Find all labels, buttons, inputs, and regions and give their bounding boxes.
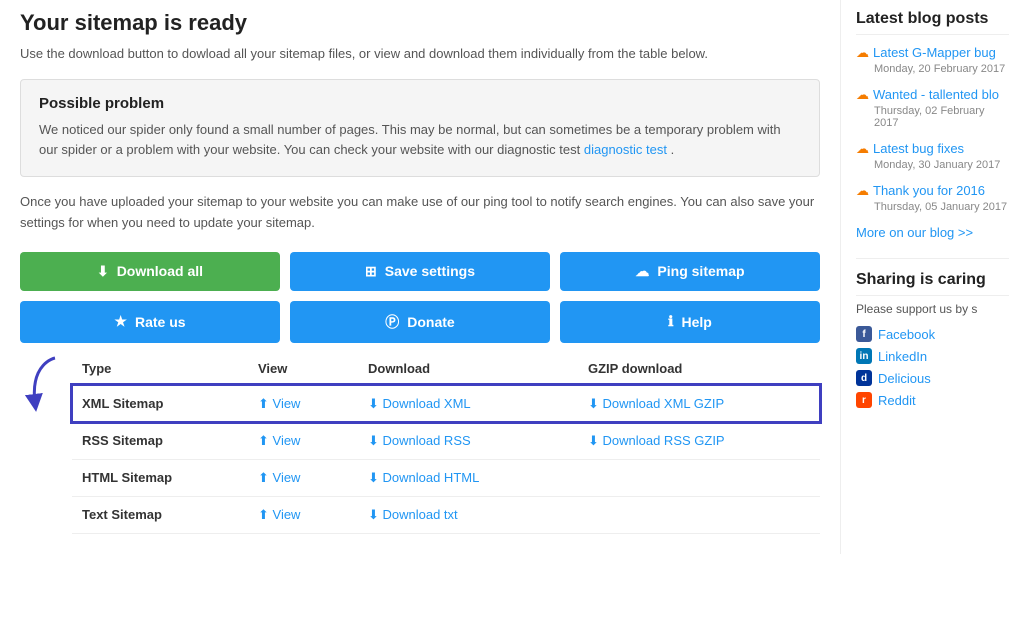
warning-box: Possible problem We noticed our spider o… [20, 79, 820, 178]
download-all-button[interactable]: ⬇ Download all [20, 252, 280, 291]
cell-gzip [578, 459, 820, 496]
blog-item: ☁ Latest bug fixes Monday, 30 January 20… [856, 141, 1009, 171]
gzip-link[interactable]: ⬇ Download XML GZIP [588, 396, 724, 411]
cell-type: RSS Sitemap [72, 422, 248, 459]
cell-type: HTML Sitemap [72, 459, 248, 496]
del-icon: d [856, 370, 872, 386]
social-link-delicious[interactable]: d Delicious [856, 370, 1009, 386]
blog-link[interactable]: ☁ Latest bug fixes [856, 141, 1009, 157]
blog-date: Thursday, 02 February 2017 [874, 105, 1009, 129]
view-link[interactable]: ⬆ View [258, 507, 300, 522]
info-icon: ℹ [668, 313, 673, 330]
download-all-label: Download all [117, 263, 203, 279]
blog-link[interactable]: ☁ Latest G-Mapper bug [856, 45, 1009, 61]
donate-icon: Ⓟ [385, 312, 399, 332]
ping-sitemap-label: Ping sitemap [657, 263, 744, 279]
warning-heading: Possible problem [39, 95, 801, 112]
sitemap-table: Type View Download GZIP download XML Sit… [72, 353, 820, 534]
help-label: Help [681, 314, 711, 330]
cell-view[interactable]: ⬆ View [248, 422, 358, 459]
gzip-link[interactable]: ⬇ Download RSS GZIP [588, 433, 725, 448]
cell-download[interactable]: ⬇ Download txt [358, 496, 578, 533]
donate-button[interactable]: Ⓟ Donate [290, 301, 550, 343]
sidebar: Latest blog posts ☁ Latest G-Mapper bug … [840, 0, 1024, 554]
col-header-gzip: GZIP download [578, 353, 820, 385]
cell-view[interactable]: ⬆ View [248, 385, 358, 423]
cell-gzip [578, 496, 820, 533]
col-header-type: Type [72, 353, 248, 385]
warning-text: We noticed our spider only found a small… [39, 120, 801, 162]
fb-icon: f [856, 326, 872, 342]
col-header-download: Download [358, 353, 578, 385]
blog-link[interactable]: ☁ Wanted - tallented blo [856, 87, 1009, 103]
ping-icon: ☁ [635, 263, 649, 280]
social-link-linkedin[interactable]: in LinkedIn [856, 348, 1009, 364]
ping-sitemap-button[interactable]: ☁ Ping sitemap [560, 252, 820, 291]
social-link-facebook[interactable]: f Facebook [856, 326, 1009, 342]
table-row: Text Sitemap ⬆ View ⬇ Download txt [72, 496, 820, 533]
sharing-section: Sharing is caring Please support us by s… [856, 258, 1009, 408]
cell-view[interactable]: ⬆ View [248, 496, 358, 533]
download-link[interactable]: ⬇ Download txt [368, 507, 458, 522]
social-label: Reddit [878, 393, 916, 408]
blog-item: ☁ Wanted - tallented blo Thursday, 02 Fe… [856, 87, 1009, 129]
diagnostic-link[interactable]: diagnostic test [584, 142, 667, 157]
li-icon: in [856, 348, 872, 364]
rss-icon: ☁ [856, 141, 869, 157]
cell-gzip[interactable]: ⬇ Download XML GZIP [578, 385, 820, 423]
download-icon: ⬇ [97, 263, 109, 280]
rss-icon: ☁ [856, 45, 869, 61]
cell-download[interactable]: ⬇ Download HTML [358, 459, 578, 496]
more-blog-link[interactable]: More on our blog >> [856, 225, 1009, 240]
blog-item: ☁ Latest G-Mapper bug Monday, 20 Februar… [856, 45, 1009, 75]
cell-gzip[interactable]: ⬇ Download RSS GZIP [578, 422, 820, 459]
save-icon: ⊞ [365, 263, 377, 280]
cell-download[interactable]: ⬇ Download XML [358, 385, 578, 423]
help-button[interactable]: ℹ Help [560, 301, 820, 343]
sharing-desc: Please support us by s [856, 302, 1009, 316]
page-title: Your sitemap is ready [20, 10, 820, 36]
button-row-2: ★ Rate us Ⓟ Donate ℹ Help [20, 301, 820, 343]
social-label: LinkedIn [878, 349, 927, 364]
button-row-1: ⬇ Download all ⊞ Save settings ☁ Ping si… [20, 252, 820, 291]
blog-link[interactable]: ☁ Thank you for 2016 [856, 183, 1009, 199]
arrow-icon [20, 353, 70, 413]
cell-download[interactable]: ⬇ Download RSS [358, 422, 578, 459]
save-settings-label: Save settings [385, 263, 475, 279]
rate-us-label: Rate us [135, 314, 186, 330]
social-label: Delicious [878, 371, 931, 386]
blog-date: Thursday, 05 January 2017 [874, 201, 1009, 213]
donate-label: Donate [407, 314, 454, 330]
sharing-title: Sharing is caring [856, 271, 1009, 296]
social-link-reddit[interactable]: r Reddit [856, 392, 1009, 408]
blog-item: ☁ Thank you for 2016 Thursday, 05 Januar… [856, 183, 1009, 213]
social-label: Facebook [878, 327, 935, 342]
cell-type: Text Sitemap [72, 496, 248, 533]
rate-us-button[interactable]: ★ Rate us [20, 301, 280, 343]
view-link[interactable]: ⬆ View [258, 433, 300, 448]
star-icon: ★ [114, 313, 127, 330]
description-text: Once you have uploaded your sitemap to y… [20, 192, 820, 234]
download-link[interactable]: ⬇ Download XML [368, 396, 471, 411]
blog-date: Monday, 20 February 2017 [874, 63, 1009, 75]
page-subtitle: Use the download button to dowload all y… [20, 44, 820, 64]
blog-title: Latest blog posts [856, 10, 1009, 35]
view-link[interactable]: ⬆ View [258, 470, 300, 485]
view-link[interactable]: ⬆ View [258, 396, 300, 411]
cell-type: XML Sitemap [72, 385, 248, 423]
rss-icon: ☁ [856, 87, 869, 103]
table-row: XML Sitemap ⬆ View ⬇ Download XML ⬇ Down… [72, 385, 820, 423]
save-settings-button[interactable]: ⊞ Save settings [290, 252, 550, 291]
table-row: RSS Sitemap ⬆ View ⬇ Download RSS ⬇ Down… [72, 422, 820, 459]
blog-date: Monday, 30 January 2017 [874, 159, 1009, 171]
col-header-view: View [248, 353, 358, 385]
reddit-icon: r [856, 392, 872, 408]
download-link[interactable]: ⬇ Download RSS [368, 433, 471, 448]
table-row: HTML Sitemap ⬆ View ⬇ Download HTML [72, 459, 820, 496]
cell-view[interactable]: ⬆ View [248, 459, 358, 496]
rss-icon: ☁ [856, 183, 869, 199]
download-link[interactable]: ⬇ Download HTML [368, 470, 479, 485]
